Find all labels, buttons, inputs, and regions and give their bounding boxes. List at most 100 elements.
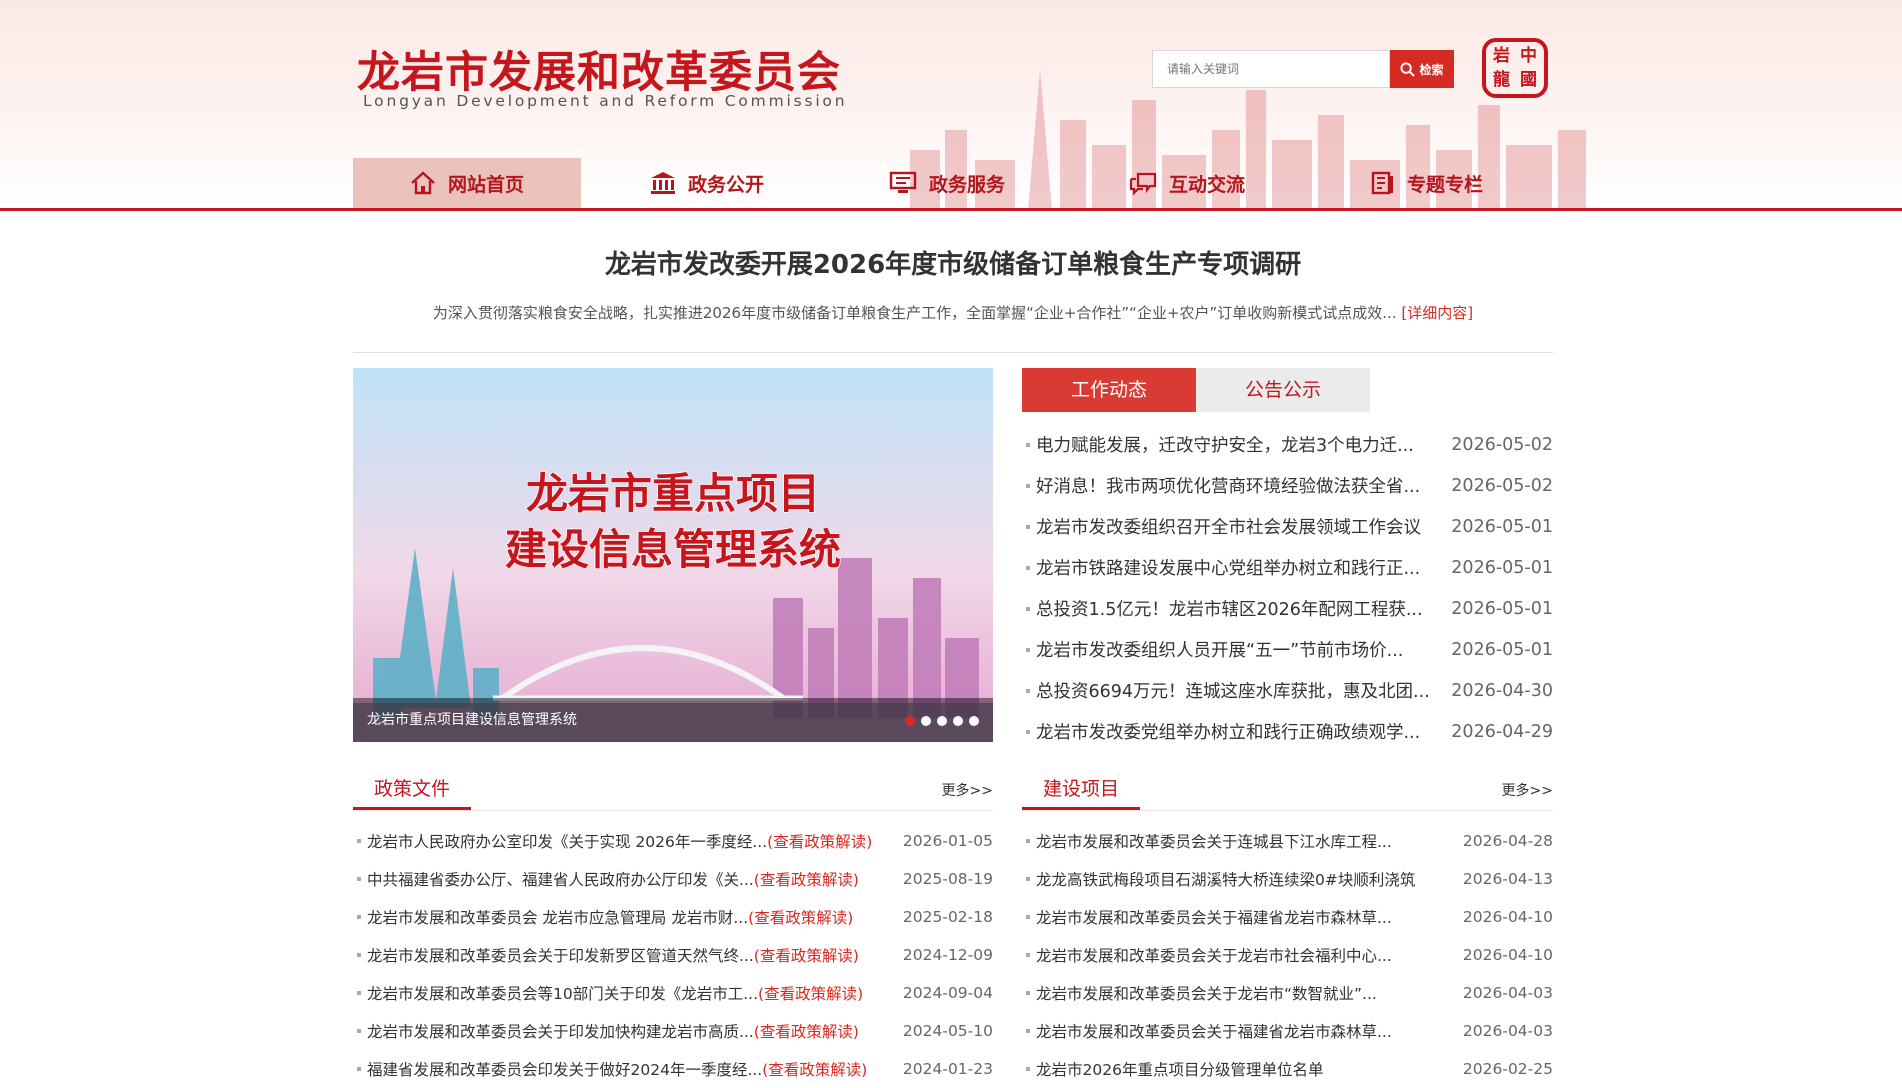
policy-item[interactable]: 龙岩市人民政府办公室印发《关于实现 2026年一季度经...(查看政策解读) 20… [353, 822, 993, 860]
policy-interpretation-link[interactable]: (查看政策解读) [754, 871, 859, 889]
news-title: 总投资1.5亿元！龙岩市辖区2026年配网工程获... [1022, 596, 1435, 621]
projects-more-link[interactable]: 更多>> [1502, 780, 1553, 800]
policy-interpretation-link[interactable]: (查看政策解读) [762, 1061, 867, 1079]
policy-title: 福建省发展和改革委员会印发关于做好2024年一季度经... [367, 1061, 763, 1079]
tab-announcements[interactable]: 公告公示 [1196, 368, 1370, 412]
news-list: 电力赋能发展，迁改守护安全，龙岩3个电力迁... 2026-05-02 好消息！我市… [1022, 424, 1553, 752]
nav-item-label: 专题专栏 [1406, 173, 1483, 196]
search-button[interactable]: 检索 [1390, 50, 1454, 88]
news-item[interactable]: 总投资1.5亿元！龙岩市辖区2026年配网工程获... 2026-05-01 [1022, 588, 1553, 629]
policy-interpretation-link[interactable]: (查看政策解读) [754, 947, 859, 965]
service-screen-icon [889, 171, 917, 193]
banner-title-line2: 建设信息管理系统 [505, 525, 841, 574]
headline-title[interactable]: 龙岩市发改委开展2026年度市级储备订单粮食生产专项调研 [353, 244, 1553, 281]
carousel-dot[interactable] [905, 716, 915, 726]
policy-date: 2025-02-18 [902, 908, 993, 926]
project-item[interactable]: 龙岩市发展和改革委员会关于龙岩市社会福利中心... 2026-04-10 [1022, 936, 1553, 974]
government-building-icon [650, 172, 675, 194]
project-item[interactable]: 龙岩市发展和改革委员会关于连城县下江水库工程... 2026-04-28 [1022, 822, 1553, 860]
project-title: 龙岩市发展和改革委员会关于福建省龙岩市森林草... [1022, 1020, 1447, 1042]
site-logo-title[interactable]: 龙岩市发展和改革委员会 [357, 38, 841, 100]
policy-interpretation-link[interactable]: (查看政策解读) [758, 985, 863, 1003]
project-item[interactable]: 龙龙高铁武梅段项目石湖溪特大桥连续梁0#块顺利浇筑 2026-04-13 [1022, 860, 1553, 898]
policy-interpretation-link[interactable]: (查看政策解读) [767, 833, 872, 851]
policy-title: 龙岩市发展和改革委员会关于印发新罗区管道天然气终... [367, 947, 754, 965]
banner-carousel[interactable]: 龙岩市重点项目 建设信息管理系统 龙岩市重点项目建设信息管理系统 [353, 368, 993, 742]
banner-image: 龙岩市重点项目 建设信息管理系统 [353, 368, 993, 742]
column-book-icon [1371, 171, 1393, 195]
nav-item-label: 网站首页 [447, 173, 524, 196]
policy-item[interactable]: 福建省发展和改革委员会印发关于做好2024年一季度经...(查看政策解读) 202… [353, 1050, 993, 1088]
project-date: 2026-04-10 [1462, 946, 1553, 964]
news-date: 2026-05-02 [1451, 475, 1553, 496]
policy-item[interactable]: 龙岩市发展和改革委员会关于印发新罗区管道天然气终...(查看政策解读) 2024-… [353, 936, 993, 974]
policy-item[interactable]: 龙岩市发展和改革委员会关于印发加快构建龙岩市高质...(查看政策解读) 2024-… [353, 1012, 993, 1050]
carousel-dot[interactable] [953, 716, 963, 726]
project-title: 龙岩市2026年重点项目分级管理单位名单 [1022, 1058, 1447, 1080]
carousel-dot[interactable] [969, 716, 979, 726]
policy-more-link[interactable]: 更多>> [942, 780, 993, 800]
news-tabs: 工作动态 公告公示 [1022, 368, 1370, 412]
policy-item-text: 龙岩市发展和改革委员会关于印发新罗区管道天然气终...(查看政策解读) [353, 944, 887, 966]
project-date: 2026-04-13 [1462, 870, 1553, 888]
news-title: 好消息！我市两项优化营商环境经验做法获全省... [1022, 473, 1435, 498]
headline-detail-link[interactable]: [详细内容] [1401, 304, 1473, 322]
nav-item-interaction[interactable]: 互动交流 [1073, 158, 1301, 208]
nav-item-label: 政务公开 [687, 173, 764, 196]
projects-section-title[interactable]: 建设项目 [1022, 770, 1140, 810]
news-title: 龙岩市发改委党组举办树立和践行正确政绩观学... [1022, 719, 1435, 744]
search-input[interactable] [1165, 51, 1389, 87]
nav-item-label: 政务服务 [928, 173, 1005, 196]
policy-section-title[interactable]: 政策文件 [353, 770, 471, 810]
policy-item[interactable]: 中共福建省委办公厅、福建省人民政府办公厅印发《关...(查看政策解读) 2025-… [353, 860, 993, 898]
policy-date: 2024-09-04 [902, 984, 993, 1002]
policy-title: 龙岩市人民政府办公室印发《关于实现 2026年一季度经... [367, 833, 768, 851]
tab-work-news[interactable]: 工作动态 [1022, 368, 1196, 412]
policy-item-text: 龙岩市发展和改革委员会 龙岩市应急管理局 龙岩市财...(查看政策解读) [353, 906, 887, 928]
policy-item-text: 龙岩市发展和改革委员会关于印发加快构建龙岩市高质...(查看政策解读) [353, 1020, 887, 1042]
nav-divider [0, 208, 1902, 211]
policy-item[interactable]: 龙岩市发展和改革委员会等10部门关于印发《龙岩市工...(查看政策解读) 2024… [353, 974, 993, 1012]
projects-list: 龙岩市发展和改革委员会关于连城县下江水库工程... 2026-04-28 龙龙高铁武… [1022, 822, 1553, 1088]
policy-item-text: 龙岩市发展和改革委员会等10部门关于印发《龙岩市工...(查看政策解读) [353, 982, 887, 1004]
search-icon [1400, 61, 1416, 77]
news-item[interactable]: 总投资6694万元！连城这座水库获批，惠及北团... 2026-04-30 [1022, 670, 1553, 711]
policy-date: 2024-12-09 [902, 946, 993, 964]
project-date: 2026-04-03 [1462, 984, 1553, 1002]
carousel-dot[interactable] [937, 716, 947, 726]
news-title: 龙岩市发改委组织人员开展“五一”节前市场价... [1022, 637, 1435, 662]
policy-title: 龙岩市发展和改革委员会 龙岩市应急管理局 龙岩市财... [367, 909, 749, 927]
news-item[interactable]: 电力赋能发展，迁改守护安全，龙岩3个电力迁... 2026-05-02 [1022, 424, 1553, 465]
policy-list: 龙岩市人民政府办公室印发《关于实现 2026年一季度经...(查看政策解读) 20… [353, 822, 993, 1088]
carousel-dot[interactable] [921, 716, 931, 726]
banner-title-line1: 龙岩市重点项目 [526, 469, 820, 518]
policy-section-header: 政策文件 更多>> [353, 770, 993, 811]
nav-item-home[interactable]: 网站首页 [353, 158, 581, 208]
nav-item-government-services[interactable]: 政务服务 [833, 158, 1061, 208]
nav-item-government-affairs[interactable]: 政务公开 [593, 158, 821, 208]
project-item[interactable]: 龙岩市发展和改革委员会关于福建省龙岩市森林草... 2026-04-03 [1022, 1012, 1553, 1050]
news-date: 2026-05-02 [1451, 434, 1553, 455]
policy-interpretation-link[interactable]: (查看政策解读) [748, 909, 853, 927]
seal-char: 岩 [1493, 46, 1510, 66]
project-item[interactable]: 龙岩市发展和改革委员会关于龙岩市“数智就业”... 2026-04-03 [1022, 974, 1553, 1012]
divider [353, 352, 1553, 353]
nav-item-special-topics[interactable]: 专题专栏 [1313, 158, 1541, 208]
news-item[interactable]: 龙岩市铁路建设发展中心党组举办树立和践行正... 2026-05-01 [1022, 547, 1553, 588]
seal-char: 龍 [1493, 70, 1510, 90]
news-title: 总投资6694万元！连城这座水库获批，惠及北团... [1022, 678, 1435, 703]
news-item[interactable]: 龙岩市发改委党组举办树立和践行正确政绩观学... 2026-04-29 [1022, 711, 1553, 752]
project-item[interactable]: 龙岩市发展和改革委员会关于福建省龙岩市森林草... 2026-04-10 [1022, 898, 1553, 936]
policy-title: 龙岩市发展和改革委员会关于印发加快构建龙岩市高质... [367, 1023, 754, 1041]
news-item[interactable]: 好消息！我市两项优化营商环境经验做法获全省... 2026-05-02 [1022, 465, 1553, 506]
policy-item[interactable]: 龙岩市发展和改革委员会 龙岩市应急管理局 龙岩市财...(查看政策解读) 2025… [353, 898, 993, 936]
policy-date: 2024-01-23 [902, 1060, 993, 1078]
site-header: 龙岩市发展和改革委员会 Longyan Development and Refo… [0, 0, 1902, 208]
policy-title: 中共福建省委办公厅、福建省人民政府办公厅印发《关... [367, 871, 754, 889]
news-title: 龙岩市铁路建设发展中心党组举办树立和践行正... [1022, 555, 1435, 580]
project-item[interactable]: 龙岩市2026年重点项目分级管理单位名单 2026-02-25 [1022, 1050, 1553, 1088]
project-title: 龙岩市发展和改革委员会关于龙岩市社会福利中心... [1022, 944, 1447, 966]
news-item[interactable]: 龙岩市发改委组织召开全市社会发展领域工作会议 2026-05-01 [1022, 506, 1553, 547]
news-item[interactable]: 龙岩市发改委组织人员开展“五一”节前市场价... 2026-05-01 [1022, 629, 1553, 670]
policy-interpretation-link[interactable]: (查看政策解读) [754, 1023, 859, 1041]
